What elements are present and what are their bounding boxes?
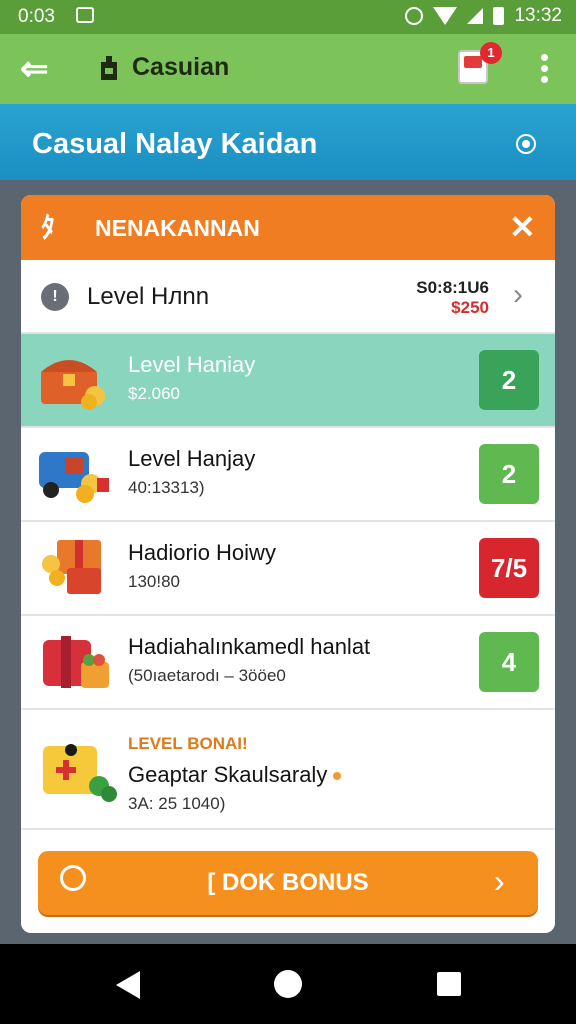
chevron-right-icon: › [513, 278, 523, 311]
notification-icon[interactable]: 1 [458, 42, 502, 84]
app-bar: ⇐ Casuian 1 [0, 34, 576, 104]
bonus-button-label: [ DOK BONUS [207, 869, 369, 896]
bonus-name-text: Geaptar Skaulsaraly [128, 762, 328, 787]
battery-icon [493, 7, 505, 25]
treasure-chest-icon [41, 360, 105, 410]
banner-title: Casual Nalay Kaidan [32, 128, 318, 160]
bonus-sub: 3A: 25 1040) [128, 794, 226, 813]
signal-icon [467, 8, 484, 24]
gallery-notification-icon [76, 7, 94, 23]
item-badge: 7/5 [479, 538, 539, 598]
app-logo-icon [101, 56, 117, 80]
item-name: Hadiahalınkamedl hanlat [128, 634, 371, 659]
list-item[interactable]: Level Hanjay 40:13313) 2 [21, 428, 555, 522]
item-sub: 130!80 [128, 572, 180, 591]
navigation-bar [0, 944, 576, 1024]
item-badge: 2 [479, 350, 539, 410]
list-item[interactable]: Level Haniay $2.060 2 [21, 334, 555, 428]
back-arrow-icon[interactable]: ⇐ [20, 52, 54, 86]
level-row-label: Level Hлnn [87, 283, 210, 310]
item-sub: $2.060 [128, 384, 180, 403]
dialog-card: ﾀ NENAKANNAN ✕ ! Level Hлnn S0:8:1U6 $25… [21, 195, 555, 933]
chevron-right-icon: › [494, 863, 505, 899]
level-row-price: $250 [451, 298, 489, 317]
nav-home-icon[interactable] [274, 970, 302, 998]
item-sub: (50ıaetarodı – 3ööe0 [128, 666, 286, 685]
list-item[interactable]: Hadiahalınkamedl hanlat (50ıaetarodı – 3… [21, 616, 555, 710]
level-row-value: S0:8:1U6 [416, 278, 489, 297]
item-name: Level Hanjay [128, 446, 256, 471]
item-sub: 40:13313) [128, 478, 205, 497]
alarm-icon [405, 7, 424, 25]
bonus-kicker: LEVEL BONAI! [128, 734, 248, 753]
list-item[interactable]: Hadiorio Hoiwy 130!80 7/5 [21, 522, 555, 616]
truck-coins-icon [39, 452, 109, 503]
level-row[interactable]: ! Level Hлnn S0:8:1U6 $250 › [21, 260, 555, 334]
nav-back-icon[interactable] [116, 971, 140, 999]
item-name: Hadiorio Hoiwy [128, 540, 276, 565]
status-clock: 13:32 [514, 5, 562, 26]
notification-card-graphic [464, 56, 482, 68]
bonus-name: Geaptar Skaulsaraly [128, 762, 342, 788]
status-time: 0:03 [18, 6, 55, 27]
bonus-button[interactable]: [ DOK BONUS › [38, 851, 538, 915]
status-right-group: 13:32 [405, 5, 562, 27]
item-badge: 4 [479, 632, 539, 692]
gift-basket-icon [43, 636, 109, 688]
bonus-item[interactable]: LEVEL BONAI! Geaptar Skaulsaraly 3A: 25 … [21, 704, 555, 830]
dialog-header: ﾀ NENAKANNAN ✕ [21, 195, 555, 260]
item-badge: 2 [479, 444, 539, 504]
bonus-box-icon [43, 744, 117, 802]
app-title: Casuian [132, 53, 230, 81]
header-figure-icon: ﾀ [41, 212, 56, 243]
bonus-dot-icon [333, 772, 342, 781]
notification-badge: 1 [480, 42, 502, 64]
wifi-icon [433, 7, 458, 25]
item-name: Level Haniay [128, 352, 256, 377]
gift-box-icon [42, 540, 101, 594]
info-icon: ! [41, 283, 69, 311]
banner-info-icon[interactable] [516, 134, 536, 154]
close-icon[interactable]: ✕ [509, 211, 536, 243]
more-vert-icon[interactable] [538, 54, 550, 84]
status-bar: 0:03 13:32 [0, 0, 576, 34]
nav-recents-icon[interactable] [437, 972, 461, 996]
dialog-title: NENAKANNAN [95, 215, 260, 241]
banner: Casual Nalay Kaidan [0, 104, 576, 180]
